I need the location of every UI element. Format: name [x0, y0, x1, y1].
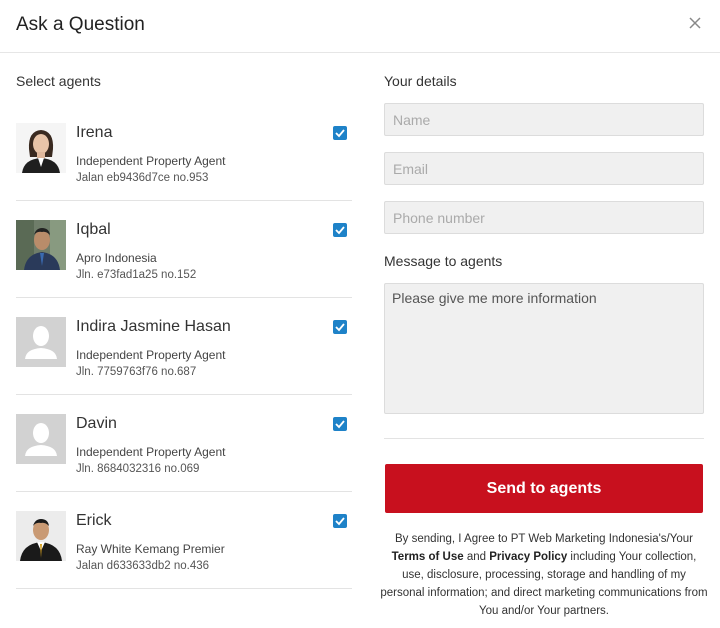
checkmark-icon [335, 517, 345, 526]
agent-checkbox[interactable] [333, 514, 347, 528]
agent-name: Irena [76, 124, 113, 141]
default-user-icon [16, 317, 66, 367]
agent-avatar [16, 123, 66, 173]
agent-card-indira: Indira Jasmine Hasan Independent Propert… [16, 298, 352, 395]
email-field[interactable] [384, 152, 704, 185]
terms-of-use-link[interactable]: Terms of Use [392, 551, 464, 563]
phone-field[interactable] [384, 201, 704, 234]
checkmark-icon [335, 420, 345, 429]
checkmark-icon [335, 129, 345, 138]
divider [384, 438, 704, 439]
default-user-icon [16, 414, 66, 464]
agent-address: Jalan eb9436d7ce no.953 [76, 172, 209, 184]
send-to-agents-button[interactable]: Send to agents [385, 464, 703, 513]
agent-checkbox[interactable] [333, 320, 347, 334]
agent-name: Erick [76, 512, 112, 529]
agent-card-irena: Irena Independent Property Agent Jalan e… [16, 104, 352, 201]
name-field[interactable] [384, 103, 704, 136]
message-field[interactable]: Please give me more information [384, 283, 704, 414]
dialog-title: Ask a Question [16, 14, 145, 35]
agent-checkbox[interactable] [333, 126, 347, 140]
agent-checkbox[interactable] [333, 223, 347, 237]
agent-name: Indira Jasmine Hasan [76, 318, 231, 335]
select-agents-label: Select agents [16, 73, 101, 89]
legal-text-and: and [463, 551, 490, 563]
checkmark-icon [335, 323, 345, 332]
agent-card-iqbal: Iqbal Apro Indonesia Jln. e73fad1a25 no.… [16, 201, 352, 298]
message-label: Message to agents [384, 253, 503, 269]
agent-address: Jln. e73fad1a25 no.152 [76, 269, 197, 281]
your-details-label: Your details [384, 73, 457, 89]
agent-avatar [16, 511, 66, 561]
legal-text-1: By sending, I Agree to PT Web Marketing … [395, 533, 693, 545]
agent-address: Jln. 8684032316 no.069 [76, 463, 200, 475]
agent-company: Independent Property Agent [76, 445, 226, 459]
agent-name: Iqbal [76, 221, 111, 238]
close-icon[interactable] [686, 14, 704, 32]
agent-card-erick: Erick Ray White Kemang Premier Jalan d63… [16, 492, 352, 589]
agent-company: Apro Indonesia [76, 251, 157, 265]
agent-name: Davin [76, 415, 117, 432]
agent-checkbox[interactable] [333, 417, 347, 431]
agent-address: Jalan d633633db2 no.436 [76, 560, 210, 572]
agent-company: Independent Property Agent [76, 348, 226, 362]
checkmark-icon [335, 226, 345, 235]
agent-company: Ray White Kemang Premier [76, 542, 225, 556]
agent-company: Independent Property Agent [76, 154, 226, 168]
dialog-header: Ask a Question [0, 0, 720, 53]
agent-address: Jln. 7759763f76 no.687 [76, 366, 197, 378]
agent-avatar [16, 220, 66, 270]
privacy-policy-link[interactable]: Privacy Policy [489, 551, 567, 563]
legal-disclaimer: By sending, I Agree to PT Web Marketing … [380, 530, 708, 620]
agent-card-davin: Davin Independent Property Agent Jln. 86… [16, 395, 352, 492]
